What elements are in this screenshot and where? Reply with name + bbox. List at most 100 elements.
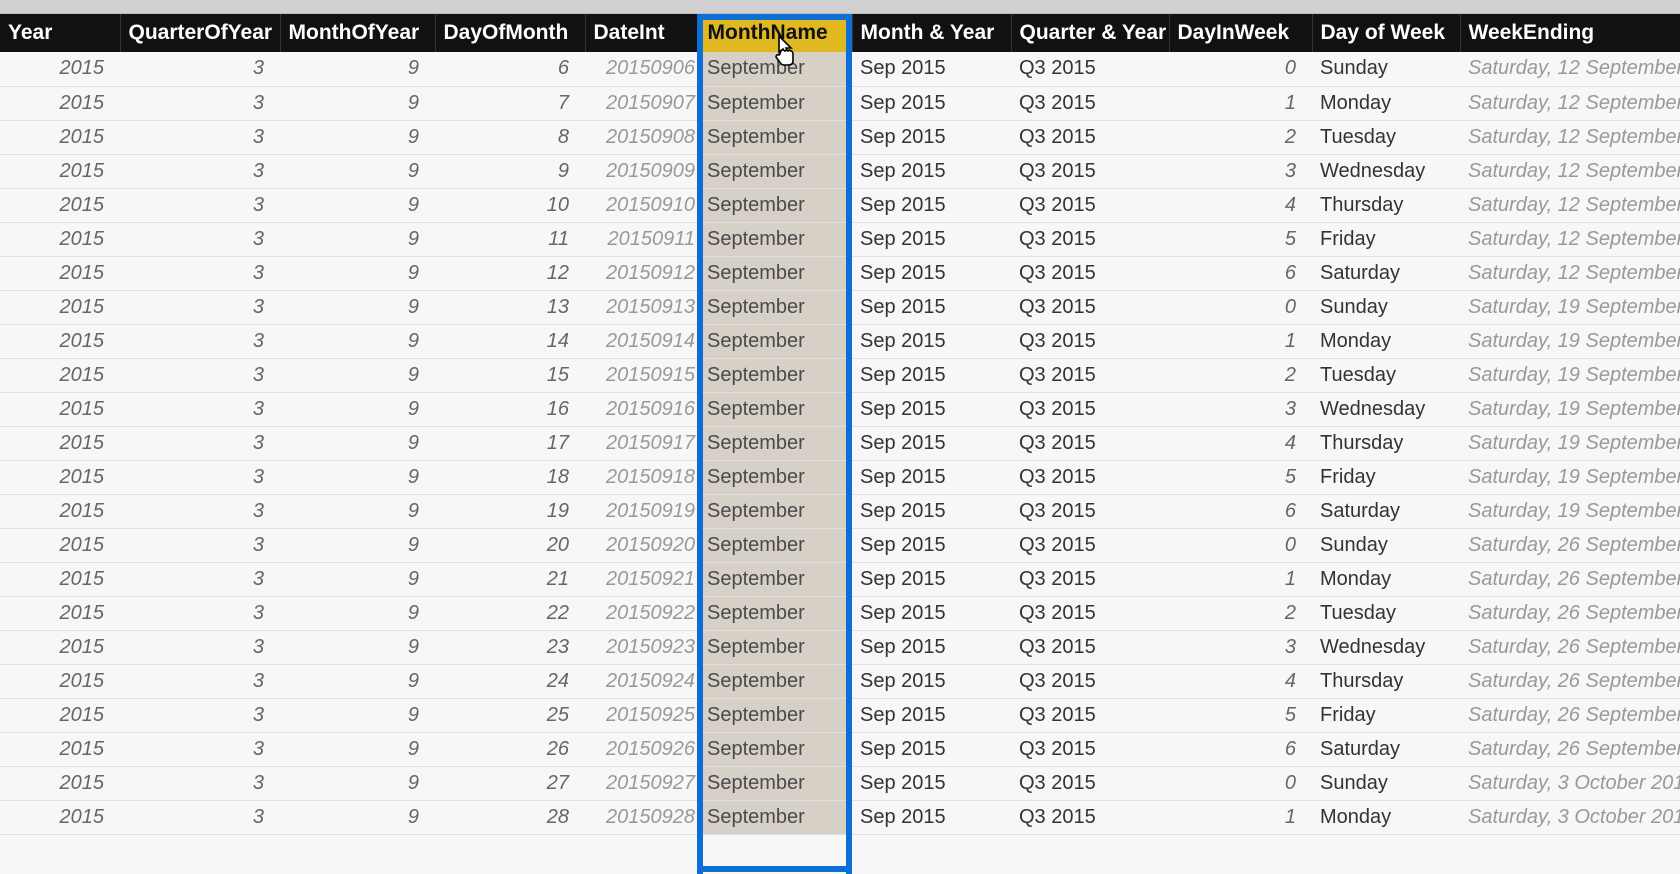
cell-dateInt[interactable]: 20150927 [585, 766, 699, 800]
cell-dayInWeek[interactable]: 1 [1169, 562, 1312, 596]
cell-dateInt[interactable]: 20150922 [585, 596, 699, 630]
table-row[interactable]: 2015392320150923SeptemberSep 2015Q3 2015… [0, 630, 1680, 664]
column-header-monthOfYear[interactable]: MonthOfYear [280, 14, 435, 52]
table-row[interactable]: 2015392020150920SeptemberSep 2015Q3 2015… [0, 528, 1680, 562]
cell-dayInWeek[interactable]: 4 [1169, 664, 1312, 698]
cell-weekEnding[interactable]: Saturday, 12 September 2 [1460, 86, 1680, 120]
cell-monthName[interactable]: September [699, 664, 852, 698]
table-row[interactable]: 2015391820150918SeptemberSep 2015Q3 2015… [0, 460, 1680, 494]
cell-dayOfMonth[interactable]: 19 [435, 494, 585, 528]
cell-quarterOfYear[interactable]: 3 [120, 800, 280, 834]
cell-year[interactable]: 2015 [0, 732, 120, 766]
cell-monthName[interactable]: September [699, 120, 852, 154]
cell-dayOfWeek[interactable]: Thursday [1312, 664, 1460, 698]
cell-quarterOfYear[interactable]: 3 [120, 494, 280, 528]
cell-dayInWeek[interactable]: 0 [1169, 766, 1312, 800]
cell-monthOfYear[interactable]: 9 [280, 188, 435, 222]
cell-dayOfWeek[interactable]: Saturday [1312, 732, 1460, 766]
cell-year[interactable]: 2015 [0, 494, 120, 528]
cell-year[interactable]: 2015 [0, 256, 120, 290]
cell-weekEnding[interactable]: Saturday, 12 September 2 [1460, 52, 1680, 86]
cell-monthOfYear[interactable]: 9 [280, 222, 435, 256]
cell-dayOfMonth[interactable]: 7 [435, 86, 585, 120]
cell-monthOfYear[interactable]: 9 [280, 664, 435, 698]
cell-dayOfWeek[interactable]: Saturday [1312, 494, 1460, 528]
cell-dayOfMonth[interactable]: 6 [435, 52, 585, 86]
cell-dayOfMonth[interactable]: 14 [435, 324, 585, 358]
cell-dayOfMonth[interactable]: 15 [435, 358, 585, 392]
cell-dayOfMonth[interactable]: 16 [435, 392, 585, 426]
cell-quarterYear[interactable]: Q3 2015 [1011, 596, 1169, 630]
cell-quarterYear[interactable]: Q3 2015 [1011, 358, 1169, 392]
cell-quarterOfYear[interactable]: 3 [120, 698, 280, 732]
cell-monthYear[interactable]: Sep 2015 [852, 392, 1011, 426]
cell-monthYear[interactable]: Sep 2015 [852, 120, 1011, 154]
cell-weekEnding[interactable]: Saturday, 3 October 2015 [1460, 800, 1680, 834]
cell-year[interactable]: 2015 [0, 562, 120, 596]
table-row[interactable]: 2015392620150926SeptemberSep 2015Q3 2015… [0, 732, 1680, 766]
cell-quarterYear[interactable]: Q3 2015 [1011, 630, 1169, 664]
cell-dayOfMonth[interactable]: 13 [435, 290, 585, 324]
cell-quarterYear[interactable]: Q3 2015 [1011, 800, 1169, 834]
cell-dayOfWeek[interactable]: Wednesday [1312, 392, 1460, 426]
cell-monthOfYear[interactable]: 9 [280, 460, 435, 494]
cell-weekEnding[interactable]: Saturday, 12 September 2 [1460, 222, 1680, 256]
cell-dayInWeek[interactable]: 2 [1169, 596, 1312, 630]
cell-monthName[interactable]: September [699, 562, 852, 596]
cell-dayInWeek[interactable]: 6 [1169, 732, 1312, 766]
cell-quarterYear[interactable]: Q3 2015 [1011, 392, 1169, 426]
cell-monthYear[interactable]: Sep 2015 [852, 290, 1011, 324]
cell-quarterYear[interactable]: Q3 2015 [1011, 86, 1169, 120]
cell-monthName[interactable]: September [699, 494, 852, 528]
cell-monthYear[interactable]: Sep 2015 [852, 222, 1011, 256]
cell-dateInt[interactable]: 20150919 [585, 494, 699, 528]
cell-weekEnding[interactable]: Saturday, 26 September 2 [1460, 596, 1680, 630]
cell-year[interactable]: 2015 [0, 188, 120, 222]
table-row[interactable]: 2015392820150928SeptemberSep 2015Q3 2015… [0, 800, 1680, 834]
cell-quarterOfYear[interactable]: 3 [120, 358, 280, 392]
cell-dayOfMonth[interactable]: 26 [435, 732, 585, 766]
cell-dayOfWeek[interactable]: Wednesday [1312, 630, 1460, 664]
cell-monthName[interactable]: September [699, 86, 852, 120]
cell-dayOfWeek[interactable]: Tuesday [1312, 596, 1460, 630]
cell-dayOfMonth[interactable]: 25 [435, 698, 585, 732]
cell-weekEnding[interactable]: Saturday, 19 September 2 [1460, 290, 1680, 324]
cell-year[interactable]: 2015 [0, 664, 120, 698]
cell-weekEnding[interactable]: Saturday, 26 September 2 [1460, 528, 1680, 562]
cell-monthName[interactable]: September [699, 698, 852, 732]
cell-monthYear[interactable]: Sep 2015 [852, 766, 1011, 800]
cell-dayInWeek[interactable]: 2 [1169, 358, 1312, 392]
cell-quarterYear[interactable]: Q3 2015 [1011, 732, 1169, 766]
cell-dayOfWeek[interactable]: Thursday [1312, 426, 1460, 460]
cell-year[interactable]: 2015 [0, 358, 120, 392]
cell-dayOfMonth[interactable]: 28 [435, 800, 585, 834]
cell-dayOfWeek[interactable]: Tuesday [1312, 358, 1460, 392]
cell-weekEnding[interactable]: Saturday, 12 September 2 [1460, 154, 1680, 188]
cell-dateInt[interactable]: 20150909 [585, 154, 699, 188]
cell-quarterYear[interactable]: Q3 2015 [1011, 154, 1169, 188]
cell-monthOfYear[interactable]: 9 [280, 52, 435, 86]
cell-quarterYear[interactable]: Q3 2015 [1011, 698, 1169, 732]
cell-weekEnding[interactable]: Saturday, 19 September 2 [1460, 358, 1680, 392]
cell-quarterOfYear[interactable]: 3 [120, 460, 280, 494]
column-header-dayOfMonth[interactable]: DayOfMonth [435, 14, 585, 52]
cell-year[interactable]: 2015 [0, 290, 120, 324]
cell-monthOfYear[interactable]: 9 [280, 494, 435, 528]
cell-weekEnding[interactable]: Saturday, 3 October 2015 [1460, 766, 1680, 800]
cell-quarterOfYear[interactable]: 3 [120, 120, 280, 154]
table-row[interactable]: 2015391120150911SeptemberSep 2015Q3 2015… [0, 222, 1680, 256]
cell-dateInt[interactable]: 20150907 [585, 86, 699, 120]
cell-quarterYear[interactable]: Q3 2015 [1011, 528, 1169, 562]
cell-year[interactable]: 2015 [0, 698, 120, 732]
cell-monthName[interactable]: September [699, 222, 852, 256]
cell-monthOfYear[interactable]: 9 [280, 290, 435, 324]
cell-year[interactable]: 2015 [0, 426, 120, 460]
cell-dateInt[interactable]: 20150921 [585, 562, 699, 596]
column-header-quarterOfYear[interactable]: QuarterOfYear [120, 14, 280, 52]
cell-quarterYear[interactable]: Q3 2015 [1011, 324, 1169, 358]
cell-dayOfWeek[interactable]: Wednesday [1312, 154, 1460, 188]
cell-weekEnding[interactable]: Saturday, 26 September 2 [1460, 664, 1680, 698]
cell-dayOfMonth[interactable]: 27 [435, 766, 585, 800]
table-row[interactable]: 2015391420150914SeptemberSep 2015Q3 2015… [0, 324, 1680, 358]
table-row[interactable]: 201539620150906SeptemberSep 2015Q3 20150… [0, 52, 1680, 86]
